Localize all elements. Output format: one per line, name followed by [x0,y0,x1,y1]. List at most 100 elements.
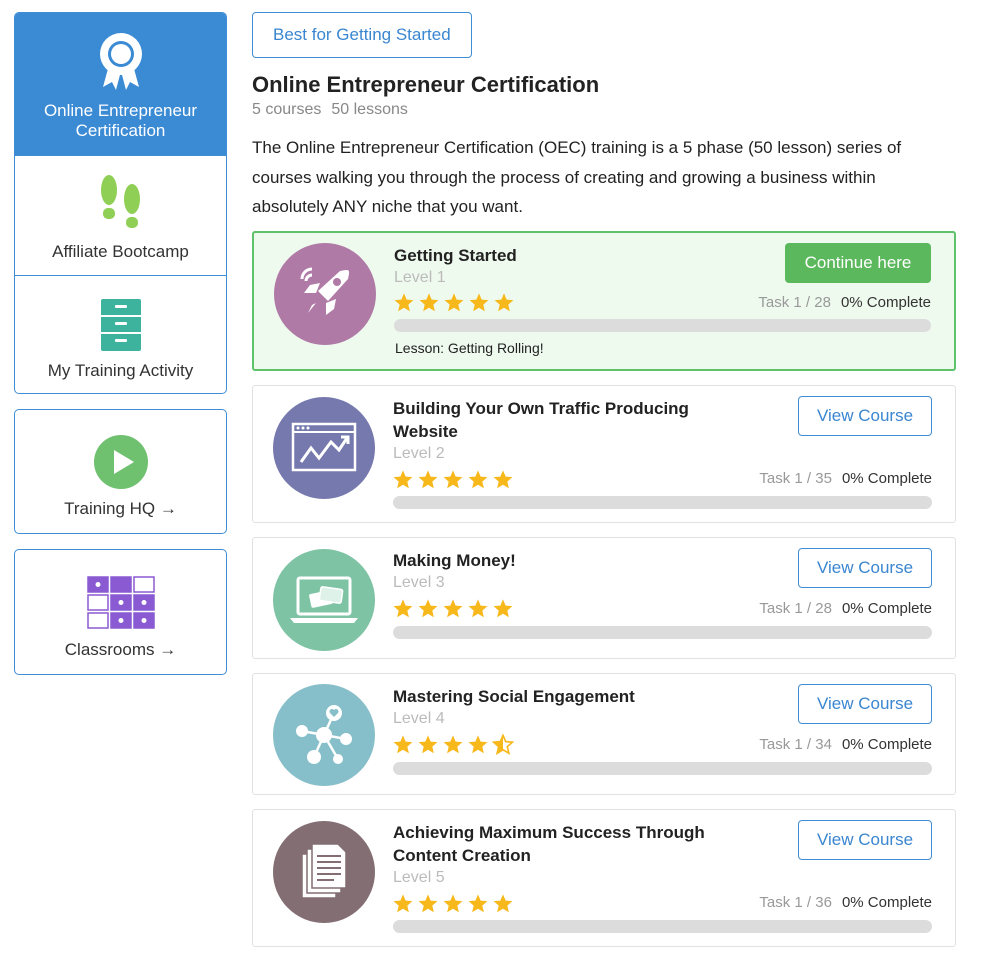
sidebar: Online Entrepreneur Certification Affili… [14,12,227,675]
star-full-icon [393,734,413,753]
star-full-icon [443,893,463,912]
footprints-icon [100,175,140,228]
percent-complete: 0% Complete [841,893,932,911]
course-list: Getting Started Level 1 Task 1 / 28 0% Co… [252,230,956,947]
classroom-grid-icon [86,576,155,629]
task-count: Task 1 / 34 [759,735,832,753]
ribbon-badge-icon [99,33,142,90]
task-count: Task 1 / 28 [758,293,831,311]
star-full-icon [444,292,464,311]
star-full-icon [493,893,513,912]
certification-meta: 5 courses 50 lessons [252,101,956,119]
course-card-traffic-website: Building Your Own Traffic Producing Webs… [252,384,956,523]
sidebar-item-label: Training HQ → [64,499,177,518]
star-full-icon [468,598,488,617]
course-progress-bar [393,625,932,639]
star-full-icon [443,598,463,617]
course-rating [392,893,514,915]
task-count: Task 1 / 35 [759,469,832,487]
star-full-icon [468,893,488,912]
documents-icon [273,820,375,923]
percent-complete: 0% Complete [841,735,932,753]
social-network-icon [273,683,375,786]
course-title: Achieving Maximum Success Through Conten… [393,822,705,865]
star-full-icon [468,469,488,488]
continue-here-button[interactable]: Continue here [785,242,931,283]
sidebar-main-group: Online Entrepreneur Certification Affili… [14,12,227,394]
page-title: Online Entrepreneur Certification [252,72,600,97]
sidebar-classrooms-box: Classrooms → [14,549,227,675]
star-full-icon [418,734,438,753]
task-count: Task 1 / 36 [759,893,832,911]
main-content: Best for Getting Started Online Entrepre… [252,12,956,956]
rocket-icon [274,242,376,345]
star-full-icon [418,469,438,488]
course-rating [392,733,514,756]
star-half-icon [492,733,514,755]
course-title: Building Your Own Traffic Producing Webs… [393,398,689,441]
star-full-icon [394,292,414,311]
course-level: Level 2 [393,444,445,462]
course-level: Level 4 [393,709,445,727]
course-task-progress: Task 1 / 35 0% Complete [759,470,932,487]
star-full-icon [493,598,513,617]
website-chart-icon [273,396,375,499]
sidebar-item-label: Classrooms → [64,640,177,659]
star-full-icon [393,893,413,912]
course-progress-bar [393,761,932,775]
star-full-icon [418,598,438,617]
percent-complete: 0% Complete [840,293,931,311]
sidebar-item-my-training-activity[interactable]: My Training Activity [15,275,226,393]
course-title: Making Money! [393,550,516,570]
star-full-icon [419,292,439,311]
course-card-content-creation: Achieving Maximum Success Through Conten… [252,808,956,947]
courses-count: 5 courses [252,101,322,118]
percent-complete: 0% Complete [841,469,932,487]
course-progress-bar [393,495,932,509]
view-course-button[interactable]: View Course [798,819,932,860]
course-progress-bar [393,919,932,933]
course-card-social-engagement: Mastering Social Engagement Level 4 Task… [252,672,956,795]
star-full-icon [443,469,463,488]
sidebar-item-label: My Training Activity [47,361,194,380]
sidebar-item-label: Online Entrepreneur Certification [43,101,198,140]
star-full-icon [393,469,413,488]
course-task-progress: Task 1 / 34 0% Complete [759,736,932,753]
laptop-credit-card-icon [273,548,375,651]
star-full-icon [443,734,463,753]
view-course-button[interactable]: View Course [798,683,932,724]
sidebar-item-training-hq[interactable]: Training HQ → [15,410,226,533]
certification-description: The Online Entrepreneur Certification (O… [252,138,902,216]
course-level: Level 5 [393,868,445,886]
view-course-button[interactable]: View Course [798,395,932,436]
sidebar-item-classrooms[interactable]: Classrooms → [15,550,226,674]
course-rating [393,292,515,314]
star-full-icon [493,469,513,488]
task-count: Task 1 / 28 [759,599,832,617]
current-lesson: Lesson: Getting Rolling! [395,339,544,356]
course-task-progress: Task 1 / 36 0% Complete [759,894,932,911]
star-full-icon [393,598,413,617]
course-level: Level 3 [393,573,445,591]
sidebar-item-online-entrepreneur-certification[interactable]: Online Entrepreneur Certification [15,13,226,155]
course-title: Mastering Social Engagement [393,686,635,706]
star-full-icon [468,734,488,753]
view-course-button[interactable]: View Course [798,547,932,588]
lessons-count: 50 lessons [331,101,408,118]
course-card-getting-started: Getting Started Level 1 Task 1 / 28 0% Co… [252,230,956,371]
course-task-progress: Task 1 / 28 0% Complete [758,294,931,311]
star-full-icon [418,893,438,912]
play-circle-icon [93,435,148,489]
star-full-icon [494,292,514,311]
filing-cabinet-icon [100,299,141,351]
course-rating [392,469,514,491]
percent-complete: 0% Complete [841,599,932,617]
star-full-icon [469,292,489,311]
course-task-progress: Task 1 / 28 0% Complete [759,600,932,617]
course-progress-bar [394,318,931,332]
sidebar-item-affiliate-bootcamp[interactable]: Affiliate Bootcamp [15,155,226,275]
course-rating [392,598,514,620]
course-level: Level 1 [394,268,446,286]
best-for-getting-started-button[interactable]: Best for Getting Started [252,12,472,58]
course-title: Getting Started [394,245,517,265]
